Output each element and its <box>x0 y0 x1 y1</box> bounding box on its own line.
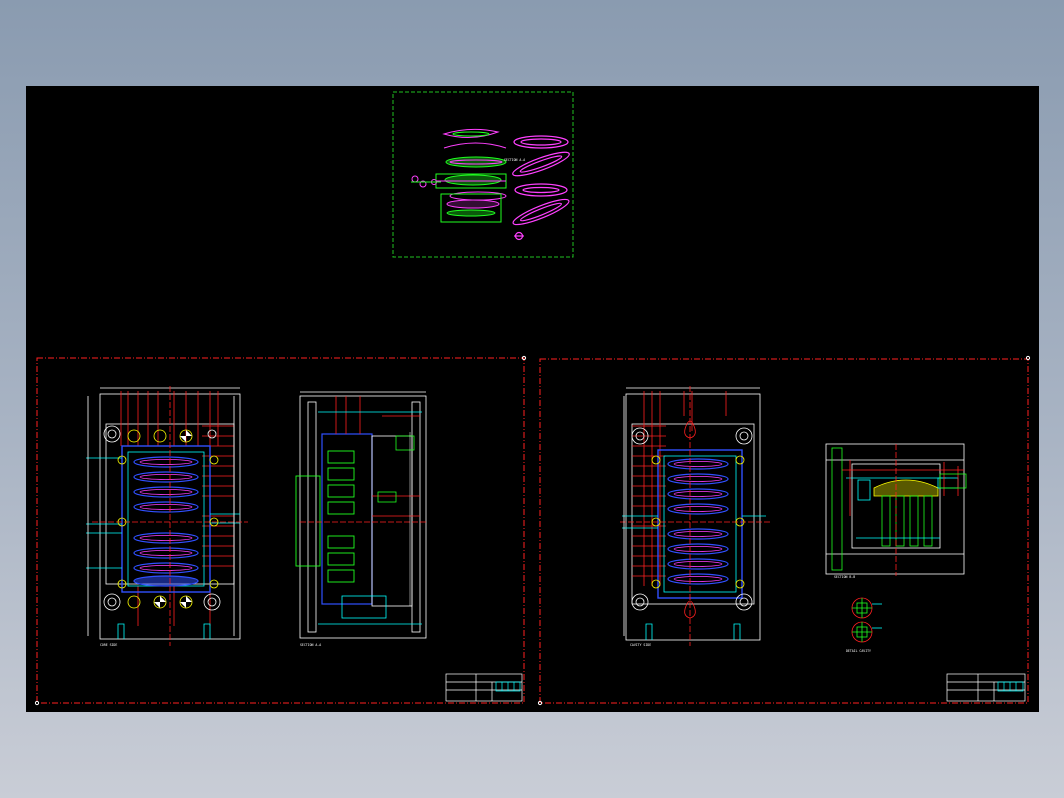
sheet-1-title-block <box>445 673 523 702</box>
core-side-plan-view <box>86 386 248 646</box>
section-a-a-view <box>295 391 427 639</box>
section-a-a-label: SECTION A-A <box>300 643 321 647</box>
section-b-b-view <box>825 443 967 576</box>
section-b-b-label: SECTION B-B <box>834 575 855 579</box>
cavity-side-label: CAVITY SIDE <box>630 643 651 647</box>
part-viewport[interactable]: SECTION A-A <box>392 91 574 258</box>
sheet-2[interactable]: CAVITY SIDE SECTION B-B DETAIL CAVITY <box>537 355 1031 706</box>
part-views-right <box>512 135 570 241</box>
sheet-2-grip[interactable] <box>1025 355 1031 361</box>
cad-drawing: SECTION A-A CORE SIDE SECTION A-A CAVITY… <box>34 91 1031 706</box>
sheet-2-title-block <box>946 673 1026 702</box>
part-views-left <box>411 128 507 223</box>
core-side-label: CORE SIDE <box>100 643 117 647</box>
sheet-1[interactable]: CORE SIDE SECTION A-A <box>34 355 527 706</box>
cavity-side-plan-view <box>620 386 770 646</box>
sheet-2-border <box>539 358 1029 704</box>
part-section-label: SECTION A-A <box>504 158 525 162</box>
detail-label: DETAIL CAVITY <box>846 649 871 653</box>
cad-model-space[interactable]: SECTION A-A CORE SIDE SECTION A-A CAVITY… <box>26 86 1039 712</box>
sheet-1-border <box>36 357 525 704</box>
detail-view <box>851 597 882 643</box>
sheet-1-grip[interactable] <box>34 700 40 706</box>
